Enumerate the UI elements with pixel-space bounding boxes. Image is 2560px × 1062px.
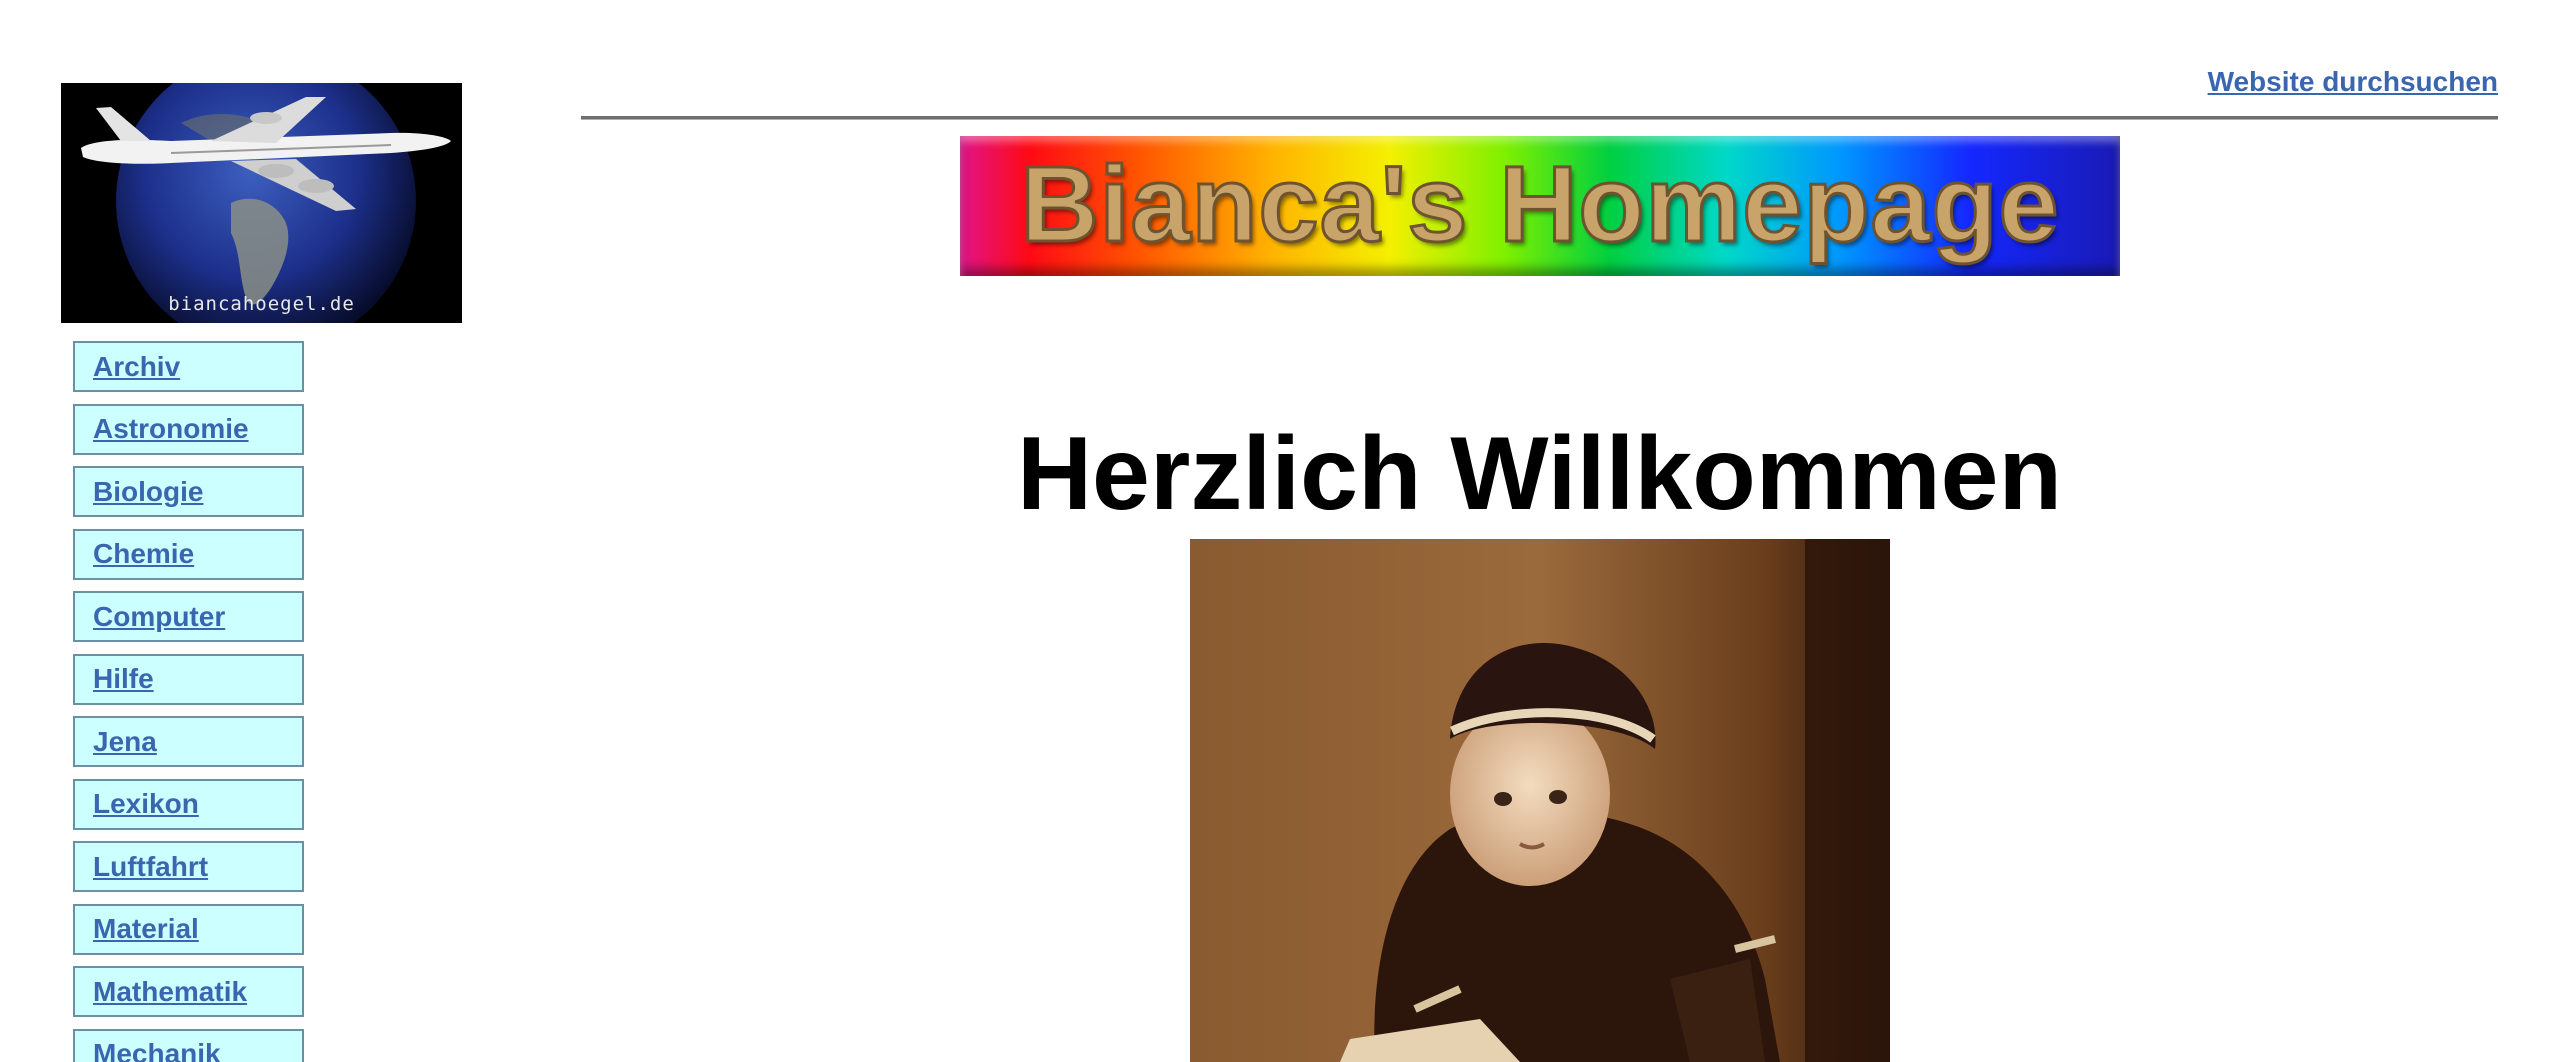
- sidebar-link-material[interactable]: Material: [93, 913, 199, 945]
- sidebar-item-mathematik[interactable]: Mathematik: [73, 966, 304, 1017]
- sidebar-item-chemie[interactable]: Chemie: [73, 528, 304, 580]
- portrait-image-icon: [1190, 539, 1890, 1062]
- sidebar-link-archiv[interactable]: Archiv: [93, 351, 180, 383]
- page: biancahoegel.de Archiv Astronomie Biolog…: [0, 0, 2560, 1062]
- sidebar-link-biologie[interactable]: Biologie: [93, 476, 203, 508]
- sidebar-link-hilfe[interactable]: Hilfe: [93, 663, 154, 695]
- child-portrait-photo: [1190, 539, 1890, 1062]
- logo-caption: biancahoegel.de: [168, 293, 355, 315]
- header-divider: [581, 116, 2498, 120]
- sidebar-item-computer[interactable]: Computer: [73, 591, 304, 642]
- sidebar-link-mechanik[interactable]: Mechanik: [93, 1038, 221, 1062]
- airplane-globe-icon: [61, 83, 462, 323]
- sidebar-item-hilfe[interactable]: Hilfe: [73, 653, 304, 705]
- page-title: Herzlich Willkommen: [1016, 415, 2063, 532]
- sidebar-link-astronomie[interactable]: Astronomie: [93, 413, 249, 445]
- sidebar-item-mechanik[interactable]: Mechanik: [73, 1028, 304, 1062]
- sidebar-item-jena[interactable]: Jena: [73, 716, 304, 767]
- sidebar-link-chemie[interactable]: Chemie: [93, 538, 194, 570]
- sidebar-link-lexikon[interactable]: Lexikon: [93, 788, 199, 820]
- sidebar-nav: Archiv Astronomie Biologie Chemie Comput…: [73, 341, 304, 1062]
- sidebar-item-luftfahrt[interactable]: Luftfahrt: [73, 841, 304, 892]
- homepage-banner: Bianca's Homepage: [960, 136, 2120, 276]
- sidebar-item-material[interactable]: Material: [73, 903, 304, 955]
- sidebar-item-astronomie[interactable]: Astronomie: [73, 403, 304, 455]
- site-logo[interactable]: biancahoegel.de: [61, 83, 462, 323]
- sidebar-item-biologie[interactable]: Biologie: [73, 466, 304, 517]
- search-website-link[interactable]: Website durchsuchen: [2208, 66, 2498, 98]
- sidebar-link-mathematik[interactable]: Mathematik: [93, 976, 247, 1008]
- sidebar-item-archiv[interactable]: Archiv: [73, 341, 304, 392]
- banner-title: Bianca's Homepage: [1019, 143, 2060, 264]
- sidebar-link-computer[interactable]: Computer: [93, 601, 225, 633]
- sidebar-link-jena[interactable]: Jena: [93, 726, 157, 758]
- sidebar-link-luftfahrt[interactable]: Luftfahrt: [93, 851, 208, 883]
- sidebar-item-lexikon[interactable]: Lexikon: [73, 778, 304, 830]
